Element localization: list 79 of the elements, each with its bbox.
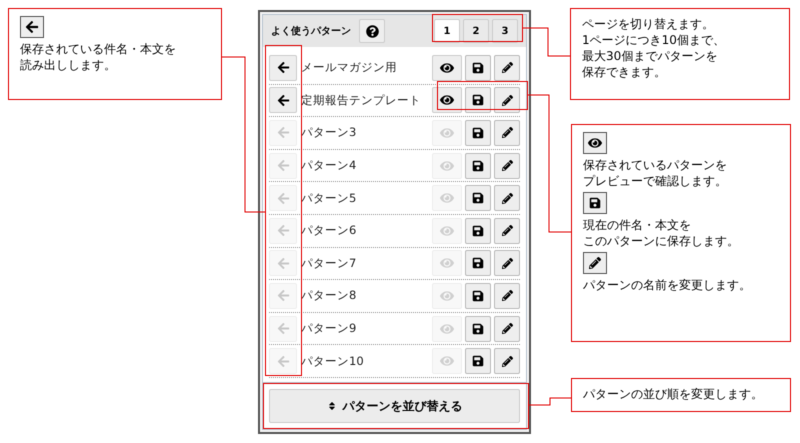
- rename-button[interactable]: [494, 185, 520, 212]
- arrow-left-icon: [276, 322, 290, 336]
- callout-line: パターンの並び順を変更します。: [583, 386, 763, 402]
- save-button[interactable]: [465, 316, 491, 342]
- eye-icon: [440, 191, 454, 206]
- arrow-left-icon: [276, 256, 290, 270]
- save-button[interactable]: [465, 250, 491, 276]
- rename-button[interactable]: [494, 282, 520, 309]
- eye-icon: [440, 322, 454, 336]
- callout-line: 保存されている件名・本文を: [20, 41, 176, 57]
- pencil-icon: [502, 94, 512, 106]
- eye-icon: [588, 136, 602, 150]
- callout-line: 保存できます。: [582, 64, 666, 80]
- page-tab[interactable]: 1: [434, 19, 460, 43]
- rename-button[interactable]: [494, 348, 520, 374]
- eye-icon: [440, 288, 454, 303]
- preview-button[interactable]: [432, 54, 462, 81]
- callout-line: 読み出しします。: [20, 57, 116, 73]
- pencil-icon: [589, 257, 601, 269]
- eye-icon: [440, 93, 454, 108]
- page-tab[interactable]: 3: [492, 19, 518, 43]
- rename-button[interactable]: [494, 250, 520, 276]
- panel-title: よく使うパターン: [271, 24, 351, 38]
- callout-line: プレビューで確認します。: [583, 173, 727, 189]
- save-button[interactable]: [465, 120, 491, 146]
- pencil-icon: [502, 290, 512, 302]
- pencil-icon: [502, 323, 512, 334]
- load-button[interactable]: [269, 87, 297, 114]
- pencil-icon: [502, 192, 512, 204]
- arrow-left-icon: [25, 20, 39, 34]
- pencil-icon: [502, 62, 512, 74]
- callout-line: ページを切り替えます。: [582, 16, 714, 32]
- save-button[interactable]: [465, 87, 491, 114]
- callout-line: 最大30個までパターンを: [582, 48, 718, 64]
- arrow-left-icon: [276, 354, 290, 368]
- eye-icon: [440, 256, 454, 270]
- sort-button[interactable]: パターンを並び替える: [269, 389, 520, 423]
- save-button[interactable]: [465, 218, 491, 244]
- arrow-left-icon: [276, 224, 290, 238]
- arrow-left-icon: [276, 289, 290, 302]
- arrow-left-icon: [276, 159, 290, 172]
- callout-line: パターンの名前を変更します。: [583, 277, 751, 293]
- arrow-left-icon: [276, 192, 290, 205]
- eye-icon: [440, 60, 454, 75]
- save-button[interactable]: [465, 54, 491, 81]
- callout-line: 現在の件名・本文を: [583, 217, 691, 233]
- save-button[interactable]: [465, 348, 491, 374]
- callout-line: 1ページにつき10個まで、: [582, 32, 725, 48]
- arrow-left-icon: [276, 61, 290, 74]
- eye-icon: [440, 354, 454, 368]
- pattern-name: メールマガジン用: [301, 59, 397, 76]
- pencil-icon: [502, 356, 512, 367]
- rename-button[interactable]: [494, 87, 520, 114]
- sort-icon: [326, 401, 336, 411]
- eye-icon: [440, 126, 454, 140]
- eye-icon: [440, 158, 454, 173]
- eye-icon: [440, 224, 454, 238]
- rename-button[interactable]: [494, 152, 520, 179]
- rename-button[interactable]: [494, 54, 520, 81]
- pencil-icon: [502, 160, 512, 172]
- callout-line: このパターンに保存します。: [583, 233, 739, 249]
- rename-button[interactable]: [494, 120, 520, 146]
- rename-button[interactable]: [494, 218, 520, 244]
- load-button[interactable]: [269, 54, 297, 81]
- help-icon: [366, 24, 378, 38]
- pencil-icon: [502, 127, 512, 138]
- pattern-name: 定期報告テンプレート: [301, 92, 421, 109]
- save-button[interactable]: [465, 185, 491, 212]
- save-button[interactable]: [465, 282, 491, 309]
- page-tab[interactable]: 2: [463, 19, 489, 43]
- arrow-left-icon: [276, 126, 290, 140]
- rename-button[interactable]: [494, 316, 520, 342]
- save-button[interactable]: [465, 152, 491, 179]
- preview-button[interactable]: [432, 87, 462, 114]
- help-button[interactable]: [359, 19, 385, 43]
- pencil-icon: [502, 225, 512, 236]
- arrow-left-icon: [276, 94, 290, 107]
- pencil-icon: [502, 258, 512, 269]
- callout-line: 保存されているパターンを: [583, 157, 727, 173]
